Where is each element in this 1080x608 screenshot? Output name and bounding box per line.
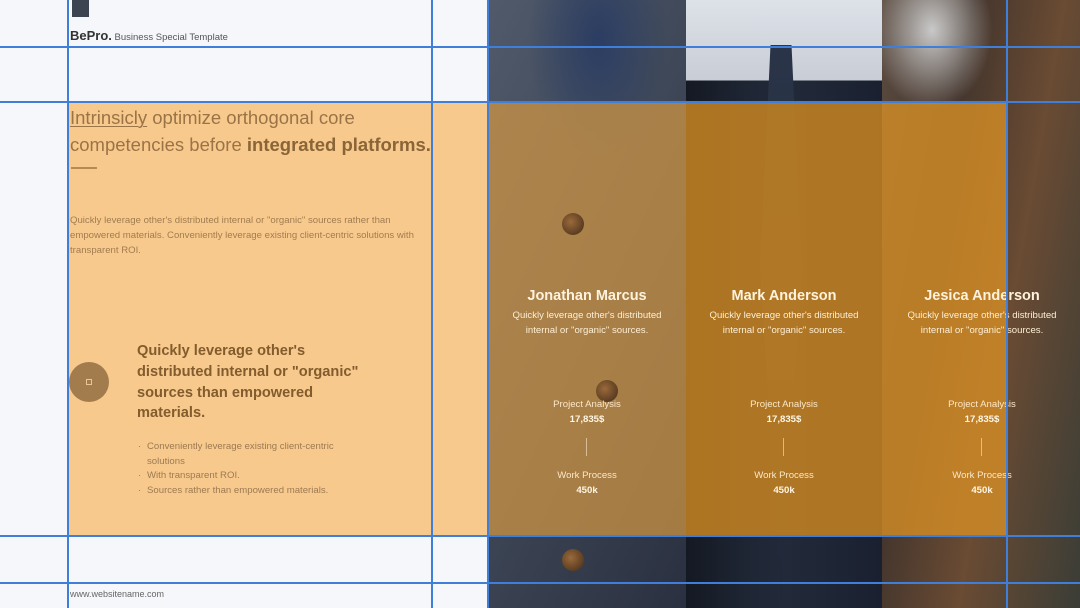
member-card-3: Jesica Anderson Quickly leverage other's… xyxy=(884,288,1080,518)
headline-divider xyxy=(71,167,97,169)
jacket-button xyxy=(562,213,584,235)
stat-value: 450k xyxy=(773,485,795,496)
team-photo: Jonathan Marcus Quickly leverage other's… xyxy=(488,0,1080,608)
member-card-2: Mark Anderson Quickly leverage other's d… xyxy=(686,288,882,518)
member-card-1: Jonathan Marcus Quickly leverage other's… xyxy=(489,288,685,518)
stat-label: Project Analysis xyxy=(750,399,818,410)
guide-line-vertical xyxy=(431,0,433,608)
brand-name: BePro. xyxy=(70,28,112,43)
guide-line-horizontal xyxy=(0,46,1080,48)
stat-value: 17,835$ xyxy=(766,414,802,425)
guide-line-vertical xyxy=(67,0,69,608)
stat-value: 450k xyxy=(576,485,598,496)
member-description: Quickly leverage other's distributed int… xyxy=(907,310,1057,336)
member-description: Quickly leverage other's distributed int… xyxy=(709,310,859,336)
brand-square-icon xyxy=(72,0,89,17)
bullet-item: With transparent ROI. xyxy=(138,469,358,484)
stat-label: Work Process xyxy=(952,470,1012,481)
jacket-button xyxy=(562,549,584,571)
stat-value: 17,835$ xyxy=(964,414,1000,425)
bullet-item: Sources rather than empowered materials. xyxy=(138,484,358,499)
bullet-item: Conveniently leverage existing client-ce… xyxy=(138,440,358,469)
stat-value: 450k xyxy=(971,485,993,496)
headline: Intrinsicly optimize orthogonal core com… xyxy=(70,104,470,158)
headline-bold: integrated platforms. xyxy=(246,134,431,155)
stat-label: Project Analysis xyxy=(948,399,1016,410)
stat-label: Work Process xyxy=(557,470,617,481)
circle-square-icon xyxy=(86,379,92,385)
guide-line-vertical xyxy=(1006,0,1008,608)
guide-line-horizontal xyxy=(0,582,1080,584)
guide-line-vertical xyxy=(487,0,489,608)
stat-separator xyxy=(783,438,784,456)
stat-separator xyxy=(586,438,587,456)
headline-underlined: Intrinsicly xyxy=(70,107,148,128)
stat-separator xyxy=(981,438,982,456)
stat-label: Work Process xyxy=(754,470,814,481)
footer-website: www.websitename.com xyxy=(70,589,165,599)
intro-paragraph: Quickly leverage other's distributed int… xyxy=(70,215,414,256)
stat-label: Project Analysis xyxy=(553,399,621,410)
brand-tagline: Business Special Template xyxy=(114,32,228,43)
guide-line-horizontal xyxy=(0,535,1080,537)
stat-value: 17,835$ xyxy=(569,414,605,425)
member-description: Quickly leverage other's distributed int… xyxy=(512,310,662,336)
brand: BePro. Business Special Template xyxy=(70,28,228,43)
member-name: Jonathan Marcus xyxy=(527,288,647,304)
guide-line-horizontal xyxy=(0,101,1080,103)
circle-badge xyxy=(69,362,109,402)
member-name: Mark Anderson xyxy=(731,288,837,304)
member-name: Jesica Anderson xyxy=(924,288,1040,304)
feature-title: Quickly leverage other's distributed int… xyxy=(137,343,359,422)
feature-bullets: Conveniently leverage existing client-ce… xyxy=(138,440,358,498)
